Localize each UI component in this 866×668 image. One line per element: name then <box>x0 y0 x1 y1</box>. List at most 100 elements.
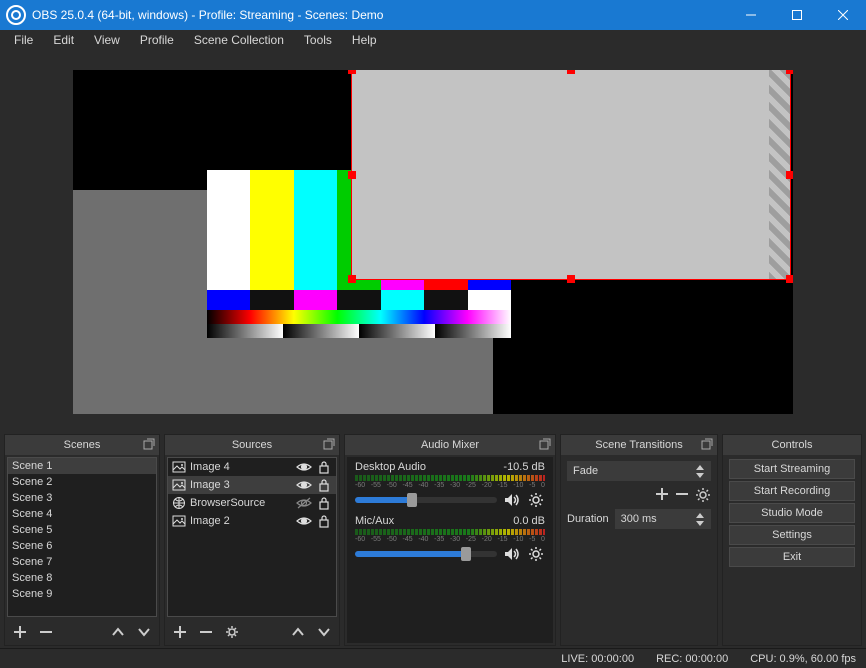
scenes-header: Scenes <box>5 435 159 455</box>
source-label: Image 2 <box>190 515 292 527</box>
menu-scene-collection[interactable]: Scene Collection <box>184 30 294 52</box>
channel-name: Mic/Aux <box>355 515 394 527</box>
statusbar: LIVE: 00:00:00 REC: 00:00:00 CPU: 0.9%, … <box>0 648 866 668</box>
remove-scene-button[interactable] <box>35 621 57 643</box>
popout-icon[interactable] <box>143 438 155 450</box>
popout-icon[interactable] <box>539 438 551 450</box>
mute-button[interactable] <box>503 491 521 509</box>
updown-icon <box>695 464 705 479</box>
duration-label: Duration <box>567 513 609 525</box>
menu-edit[interactable]: Edit <box>43 30 84 52</box>
lock-toggle[interactable] <box>316 459 332 475</box>
start-recording-button[interactable]: Start Recording <box>729 481 855 501</box>
mixer-header: Audio Mixer <box>345 435 555 455</box>
menu-tools[interactable]: Tools <box>294 30 342 52</box>
lock-toggle[interactable] <box>316 513 332 529</box>
source-item[interactable]: Image 2 <box>168 512 336 530</box>
image-icon <box>172 460 186 474</box>
mixer-channel: Mic/Aux0.0 dB-60-55-50-45-40-35-30-25-20… <box>347 511 553 565</box>
duration-input[interactable]: 300 ms <box>615 509 711 529</box>
source-properties-button[interactable] <box>221 621 243 643</box>
source-label: Image 3 <box>190 479 292 491</box>
popout-icon[interactable] <box>323 438 335 450</box>
menu-view[interactable]: View <box>84 30 130 52</box>
docks-row: Scenes Scene 1Scene 2Scene 3Scene 4Scene… <box>0 432 866 648</box>
transitions-header: Scene Transitions <box>561 435 717 455</box>
scene-item[interactable]: Scene 8 <box>8 570 156 586</box>
mixer-title: Audio Mixer <box>421 439 479 451</box>
preview-area <box>0 52 866 432</box>
close-button[interactable] <box>820 0 866 30</box>
maximize-button[interactable] <box>774 0 820 30</box>
window-titlebar: OBS 25.0.4 (64-bit, windows) - Profile: … <box>0 0 866 30</box>
scene-item[interactable]: Scene 6 <box>8 538 156 554</box>
transition-select[interactable]: Fade <box>567 461 711 481</box>
scene-item[interactable]: Scene 9 <box>8 586 156 602</box>
source-label: Image 4 <box>190 461 292 473</box>
add-scene-button[interactable] <box>9 621 31 643</box>
scenes-dock: Scenes Scene 1Scene 2Scene 3Scene 4Scene… <box>4 434 160 646</box>
remove-source-button[interactable] <box>195 621 217 643</box>
add-transition-button[interactable] <box>655 487 669 503</box>
scene-item[interactable]: Scene 5 <box>8 522 156 538</box>
volume-slider[interactable] <box>355 497 497 503</box>
source-item[interactable]: Image 3 <box>168 476 336 494</box>
menu-file[interactable]: File <box>4 30 43 52</box>
source-item[interactable]: BrowserSource <box>168 494 336 512</box>
lock-toggle[interactable] <box>316 477 332 493</box>
minimize-button[interactable] <box>728 0 774 30</box>
move-source-up-button[interactable] <box>287 621 309 643</box>
channel-settings-button[interactable] <box>527 545 545 563</box>
sources-header: Sources <box>165 435 339 455</box>
channel-level: 0.0 dB <box>513 515 545 527</box>
lock-toggle[interactable] <box>316 495 332 511</box>
mixer-channel: Desktop Audio -10.5 dB -60-55-50-45-40-35-… <box>347 457 553 511</box>
scene-item[interactable]: Scene 7 <box>8 554 156 570</box>
menu-profile[interactable]: Profile <box>130 30 184 52</box>
vu-meter <box>355 475 545 481</box>
volume-slider[interactable] <box>355 551 497 557</box>
move-source-down-button[interactable] <box>313 621 335 643</box>
sources-title: Sources <box>232 439 272 451</box>
transition-selected: Fade <box>573 465 598 477</box>
transitions-dock: Scene Transitions Fade Duration 300 ms <box>560 434 718 646</box>
visibility-toggle[interactable] <box>296 495 312 511</box>
scene-item[interactable]: Scene 1 <box>8 458 156 474</box>
exit-button[interactable]: Exit <box>729 547 855 567</box>
scenes-list[interactable]: Scene 1Scene 2Scene 3Scene 4Scene 5Scene… <box>7 457 157 617</box>
controls-header: Controls <box>723 435 861 455</box>
visibility-toggle[interactable] <box>296 513 312 529</box>
status-rec: REC: 00:00:00 <box>656 653 728 665</box>
controls-dock: Controls Start StreamingStart RecordingS… <box>722 434 862 646</box>
popout-icon[interactable] <box>701 438 713 450</box>
app-icon <box>6 5 26 25</box>
source-item[interactable]: Image 4 <box>168 458 336 476</box>
studio-mode-button[interactable]: Studio Mode <box>729 503 855 523</box>
channel-name: Desktop Audio <box>355 461 426 473</box>
move-scene-down-button[interactable] <box>133 621 155 643</box>
menu-help[interactable]: Help <box>342 30 387 52</box>
start-streaming-button[interactable]: Start Streaming <box>729 459 855 479</box>
menubar: FileEditViewProfileScene CollectionTools… <box>0 30 866 52</box>
controls-title: Controls <box>772 439 813 451</box>
add-source-button[interactable] <box>169 621 191 643</box>
channel-settings-button[interactable] <box>527 491 545 509</box>
scene-item[interactable]: Scene 4 <box>8 506 156 522</box>
settings-button[interactable]: Settings <box>729 525 855 545</box>
mute-button[interactable] <box>503 545 521 563</box>
transition-properties-button[interactable] <box>695 487 711 503</box>
scene-item[interactable]: Scene 3 <box>8 490 156 506</box>
preview-canvas[interactable] <box>73 70 793 414</box>
status-live: LIVE: 00:00:00 <box>561 653 634 665</box>
visibility-toggle[interactable] <box>296 477 312 493</box>
channel-level: -10.5 dB <box>503 461 545 473</box>
meter-ticks: -60-55-50-45-40-35-30-25-20-15-10-50 <box>355 482 545 489</box>
sources-toolbar <box>165 619 339 645</box>
duration-value: 300 ms <box>621 513 657 525</box>
move-scene-up-button[interactable] <box>107 621 129 643</box>
sources-list[interactable]: Image 4 Image 3 BrowserSource Image 2 <box>167 457 337 617</box>
image-icon <box>172 478 186 492</box>
visibility-toggle[interactable] <box>296 459 312 475</box>
remove-transition-button[interactable] <box>675 487 689 503</box>
scene-item[interactable]: Scene 2 <box>8 474 156 490</box>
